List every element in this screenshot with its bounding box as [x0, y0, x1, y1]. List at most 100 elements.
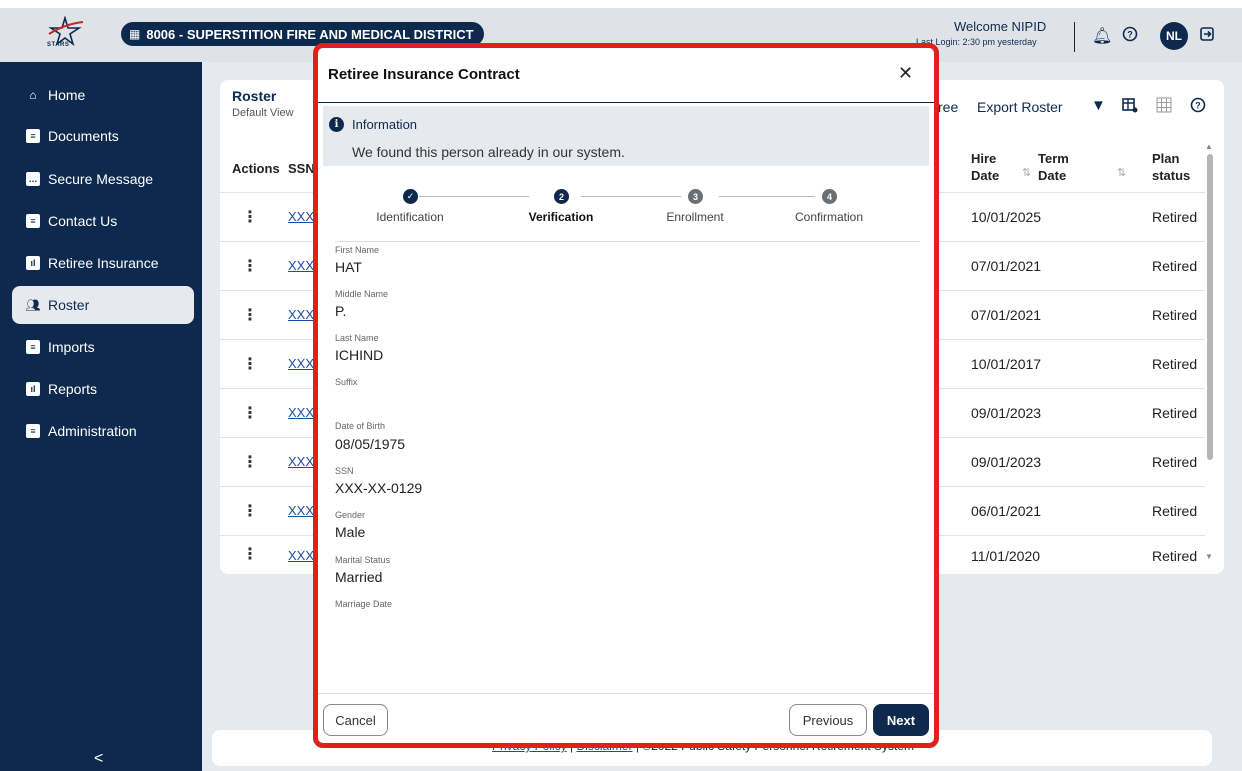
ssn-link[interactable]: XXX [288, 307, 314, 322]
ssn-link[interactable]: XXX [288, 548, 314, 563]
sidebar-item-label: Home [48, 87, 86, 103]
column-settings-icon[interactable] [1122, 97, 1138, 117]
grid-icon[interactable] [1156, 97, 1172, 117]
sidebar-item-documents[interactable]: ≡ Documents [12, 117, 194, 155]
plan-status: Retired [1152, 258, 1198, 274]
district-name: 8006 - SUPERSTITION FIRE AND MEDICAL DIS… [146, 26, 474, 42]
previous-button[interactable]: Previous [789, 704, 867, 736]
top-gap [0, 0, 1242, 8]
row-actions-icon[interactable]: ⋮ [242, 452, 258, 472]
help-icon[interactable]: ? [1190, 97, 1206, 117]
sidebar-item-label: Documents [48, 128, 119, 144]
table-scrollbar[interactable] [1207, 154, 1213, 460]
chart-icon: ıl [26, 256, 40, 270]
sidebar-item-administration[interactable]: ≡ Administration [12, 412, 194, 450]
sidebar-item-label: Reports [48, 381, 98, 397]
avatar[interactable]: NL [1160, 22, 1188, 50]
plan-status: Retired [1152, 405, 1198, 421]
stars-logo[interactable]: STARS [45, 15, 85, 54]
close-icon[interactable]: ✕ [898, 63, 913, 84]
svg-text:?: ? [1127, 30, 1133, 40]
ssn-link[interactable]: XXX [288, 454, 314, 469]
retiree-insurance-modal: Retiree Insurance Contract ✕ i Informati… [313, 43, 939, 748]
modal-header: Retiree Insurance Contract ✕ [318, 48, 934, 103]
row-actions-icon[interactable]: ⋮ [242, 354, 258, 374]
ssn-link[interactable]: XXX [288, 356, 314, 371]
sidebar-item-label: Imports [48, 339, 95, 355]
row-actions-icon[interactable]: ⋮ [242, 305, 258, 325]
welcome-text: Welcome NIPID [954, 19, 1047, 34]
first-name-label: First Name [335, 245, 380, 255]
ssn-link[interactable]: XXX [288, 405, 314, 420]
step-label-verification: Verification [528, 210, 594, 224]
page-title: Roster [232, 88, 277, 104]
last-name-value: ICHIND [335, 347, 384, 363]
scroll-down-icon[interactable]: ▼ [1205, 552, 1213, 561]
scroll-up-icon[interactable]: ▲ [1205, 142, 1213, 151]
filter-icon[interactable]: ▼ [1091, 97, 1106, 114]
svg-text:?: ? [1195, 101, 1201, 111]
step-4-indicator: 4 [822, 189, 837, 204]
view-name[interactable]: Default View [232, 107, 294, 119]
row-actions-icon[interactable]: ⋮ [242, 501, 258, 521]
home-icon: ⌂ [29, 88, 37, 102]
sidebar-item-label: Contact Us [48, 213, 118, 229]
clipboard-icon: ≡ [26, 424, 40, 438]
ssn-link[interactable]: XXX [288, 503, 314, 518]
sidebar-item-roster[interactable]: 👥︎ Roster [12, 286, 194, 324]
gender-value: Male [335, 524, 366, 540]
sidebar-item-reports[interactable]: ıl Reports [12, 370, 194, 408]
next-button[interactable]: Next [873, 704, 929, 736]
sort-icon[interactable]: ⇅ [1117, 166, 1126, 179]
column-header-plan-status[interactable]: Plan status [1152, 150, 1197, 184]
building-icon: ▦ [129, 27, 141, 41]
hire-date: 06/01/2021 [971, 503, 1042, 519]
column-header-ssn[interactable]: SSN [288, 160, 315, 177]
middle-name-value: P. [335, 303, 347, 319]
clipboard-icon: ≡ [26, 340, 40, 354]
sidebar: ⌂ Home ≡ Documents … Secure Message ≡ Co… [0, 62, 202, 771]
ssn-link[interactable]: XXX [288, 209, 314, 224]
row-actions-icon[interactable]: ⋮ [242, 544, 258, 564]
export-roster-button[interactable]: Export Roster [977, 99, 1063, 115]
ssn-link[interactable]: XXX [288, 258, 314, 273]
column-header-term-date[interactable]: Term Date [1038, 150, 1078, 184]
sidebar-item-retiree-insurance[interactable]: ıl Retiree Insurance [12, 244, 194, 282]
suffix-label: Suffix [335, 377, 358, 387]
info-banner: i Information We found this person alrea… [323, 106, 929, 166]
middle-name-label: Middle Name [335, 289, 389, 299]
divider [335, 241, 920, 242]
plan-status: Retired [1152, 548, 1198, 564]
sort-icon[interactable]: ⇅ [1022, 166, 1031, 179]
plan-status: Retired [1152, 209, 1198, 225]
sidebar-item-label: Roster [48, 297, 90, 313]
logo-text: STARS [47, 42, 70, 48]
cancel-button[interactable]: Cancel [323, 704, 388, 736]
hire-date: 07/01/2021 [971, 307, 1042, 323]
column-header-actions: Actions [232, 161, 280, 176]
row-actions-icon[interactable]: ⋮ [242, 256, 258, 276]
sidebar-item-imports[interactable]: ≡ Imports [12, 328, 194, 366]
modal-title: Retiree Insurance Contract [328, 66, 520, 83]
step-connector [719, 196, 815, 197]
plan-status: Retired [1152, 454, 1198, 470]
row-actions-icon[interactable]: ⋮ [242, 207, 258, 227]
collapse-sidebar-icon[interactable]: < [94, 750, 103, 768]
step-connector [419, 196, 529, 197]
bell-icon[interactable]: 🔔︎ [1092, 26, 1112, 46]
document-icon: ≡ [26, 129, 40, 143]
sidebar-item-home[interactable]: ⌂ Home [12, 76, 194, 114]
sidebar-item-contact-us[interactable]: ≡ Contact Us [12, 202, 194, 240]
column-header-hire-date[interactable]: Hire Date [971, 150, 1011, 184]
info-message: We found this person already in our syst… [352, 144, 625, 160]
logout-icon[interactable] [1199, 26, 1215, 47]
people-icon: 👥︎ [25, 298, 41, 312]
help-icon[interactable]: ? [1122, 26, 1138, 47]
chart-icon: ıl [26, 382, 40, 396]
add-retiree-link[interactable]: ree [938, 99, 958, 115]
step-label-enrollment: Enrollment [666, 210, 724, 224]
sidebar-item-label: Retiree Insurance [48, 255, 159, 271]
hire-date: 11/01/2020 [971, 548, 1041, 564]
sidebar-item-secure-message[interactable]: … Secure Message [12, 160, 194, 198]
row-actions-icon[interactable]: ⋮ [242, 403, 258, 423]
